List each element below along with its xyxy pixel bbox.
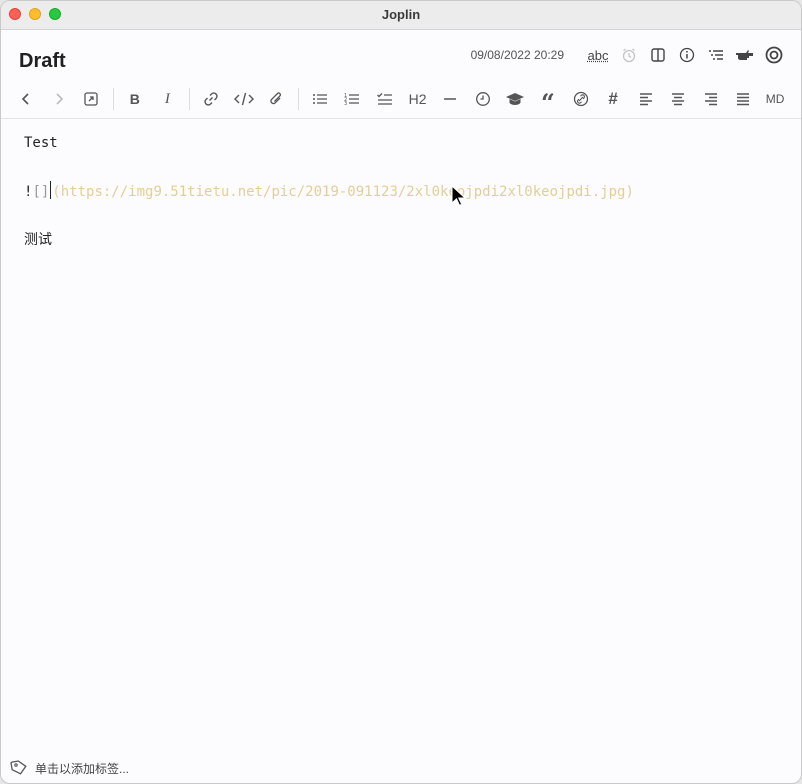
attachment-icon[interactable] bbox=[263, 86, 289, 112]
image-alt-brackets: [] bbox=[32, 184, 50, 200]
italic-icon[interactable]: I bbox=[154, 86, 180, 112]
note-header: Draft 09/08/2022 20:29 abc bbox=[1, 30, 801, 80]
insert-link-circle-icon[interactable] bbox=[568, 86, 594, 112]
external-edit-icon[interactable] bbox=[78, 86, 104, 112]
image-url: (https://img9.51tietu.net/pic/2019-09112… bbox=[52, 184, 634, 200]
toolbar-divider bbox=[297, 88, 299, 110]
tag-icon[interactable] bbox=[9, 758, 29, 778]
markdown-toggle-button[interactable]: MD bbox=[763, 86, 787, 112]
markdown-editor[interactable]: Test ![] (https://img9.51tietu.net/pic/20… bbox=[1, 119, 801, 739]
heading-button[interactable]: H2 bbox=[405, 86, 431, 112]
bold-icon[interactable]: B bbox=[122, 86, 148, 112]
align-justify-icon[interactable] bbox=[730, 86, 756, 112]
target-icon[interactable] bbox=[763, 44, 785, 66]
align-center-icon[interactable] bbox=[665, 86, 691, 112]
note-meta-bar: 09/08/2022 20:29 abc bbox=[471, 44, 785, 66]
spellcheck-button[interactable]: abc bbox=[585, 44, 611, 66]
align-right-icon[interactable] bbox=[698, 86, 724, 112]
pointing-hand-icon[interactable] bbox=[734, 44, 756, 66]
quote-icon[interactable]: “ bbox=[535, 82, 561, 116]
checklist-icon[interactable] bbox=[372, 86, 398, 112]
app-window: Joplin Draft 09/08/2022 20:29 abc B I 1 … bbox=[0, 0, 802, 784]
info-icon[interactable] bbox=[676, 44, 698, 66]
toc-icon[interactable] bbox=[705, 44, 727, 66]
add-tag-placeholder[interactable]: 单击以添加标签... bbox=[35, 760, 129, 777]
graduation-cap-icon[interactable] bbox=[502, 86, 528, 112]
editor-line[interactable]: ![] (https://img9.51tietu.net/pic/2019-09… bbox=[24, 181, 634, 200]
note-title[interactable]: Draft bbox=[19, 50, 66, 73]
toolbar-divider bbox=[188, 88, 190, 110]
svg-text:3: 3 bbox=[344, 101, 347, 107]
editor-toolbar: B I 123 H2 “ # MD bbox=[1, 80, 801, 119]
editor-line[interactable]: 测试 bbox=[24, 229, 52, 249]
code-icon[interactable] bbox=[231, 86, 257, 112]
align-left-icon[interactable] bbox=[633, 86, 659, 112]
editor-line[interactable]: Test bbox=[24, 135, 58, 151]
back-button[interactable] bbox=[13, 86, 39, 112]
alarm-icon[interactable] bbox=[618, 44, 640, 66]
tag-bar: 单击以添加标签... bbox=[1, 753, 801, 783]
link-icon[interactable] bbox=[198, 86, 224, 112]
toolbar-divider bbox=[112, 88, 114, 110]
numbered-list-icon[interactable]: 123 bbox=[339, 86, 365, 112]
toggle-layout-icon[interactable] bbox=[647, 44, 669, 66]
hashtag-icon[interactable]: # bbox=[600, 86, 626, 112]
horizontal-rule-icon[interactable] bbox=[437, 86, 463, 112]
title-bar: Joplin bbox=[1, 1, 801, 30]
note-date[interactable]: 09/08/2022 20:29 bbox=[471, 48, 564, 62]
bullet-list-icon[interactable] bbox=[307, 86, 333, 112]
forward-button[interactable] bbox=[46, 86, 72, 112]
clock-icon[interactable] bbox=[470, 86, 496, 112]
mouse-pointer-icon bbox=[451, 185, 467, 206]
window-title: Joplin bbox=[381, 7, 421, 22]
